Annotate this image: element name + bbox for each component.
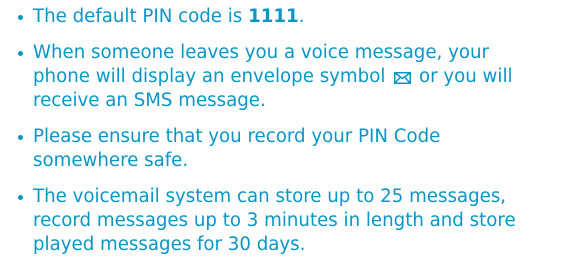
voice-message-line-2-end: or you will xyxy=(413,66,513,87)
envelope-icon xyxy=(394,72,412,84)
voice-message-line-2-start: phone will display an envelope symbol xyxy=(33,66,392,87)
storage-line-1: The voicemail system can store up to 25 … xyxy=(33,186,507,207)
list-item-record-pin: Please ensure that you record your PIN C… xyxy=(18,125,578,173)
storage-line-2: record messages up to 3 minutes in lengt… xyxy=(33,210,516,231)
voicemail-info-list: The default PIN code is 1111. When someo… xyxy=(18,5,578,269)
list-item-default-pin: The default PIN code is 1111. xyxy=(18,5,578,29)
bullet-icon xyxy=(18,15,23,20)
voice-message-line-3: receive an SMS message. xyxy=(33,90,266,111)
default-pin-period: . xyxy=(298,6,305,27)
record-pin-line-2: somewhere safe. xyxy=(33,150,189,171)
bullet-icon xyxy=(18,51,23,56)
bullet-icon xyxy=(18,135,23,140)
record-pin-line-1: Please ensure that you record your PIN C… xyxy=(33,126,441,147)
list-item-voice-message-notice: When someone leaves you a voice message,… xyxy=(18,41,578,113)
default-pin-value: 1111 xyxy=(248,6,299,27)
voice-message-line-1: When someone leaves you a voice message,… xyxy=(33,42,489,63)
storage-line-3: played messages for 30 days. xyxy=(33,234,306,255)
default-pin-text: The default PIN code is xyxy=(33,6,249,27)
list-item-storage-capacity: The voicemail system can store up to 25 … xyxy=(18,185,578,257)
bullet-icon xyxy=(18,195,23,200)
